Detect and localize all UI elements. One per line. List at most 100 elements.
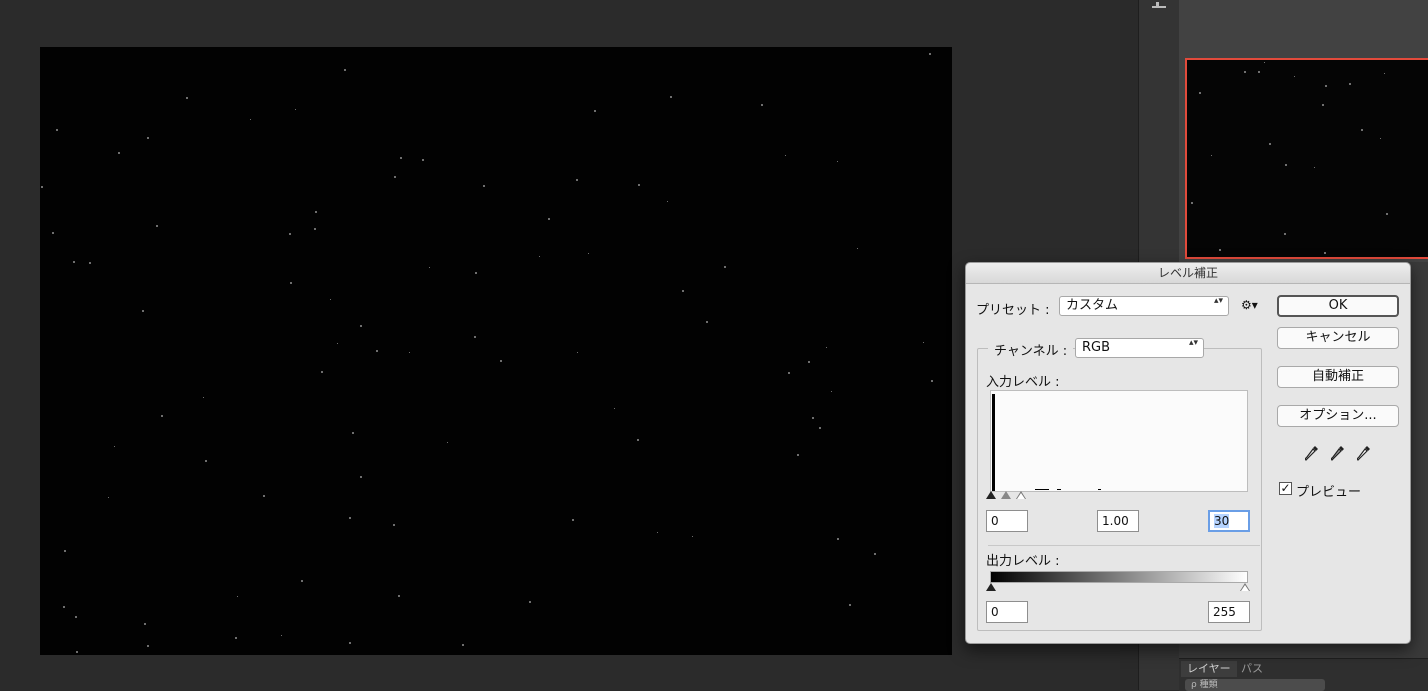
star-speck: [76, 651, 78, 653]
star-speck: [73, 261, 75, 263]
star-speck: [670, 96, 672, 98]
star-speck: [1314, 167, 1315, 168]
star-speck: [837, 538, 839, 540]
star-speck: [237, 596, 238, 597]
levels-dialog: レベル補正 プリセット : カスタム ▴▾ ⚙▾ チャンネル : RGB ▴▾ …: [965, 262, 1411, 644]
star-speck: [1361, 129, 1363, 131]
star-speck: [500, 360, 502, 362]
auto-button[interactable]: 自動補正: [1277, 366, 1399, 388]
document-canvas[interactable]: [40, 47, 952, 655]
preview-label[interactable]: プレビュー: [1296, 481, 1361, 500]
star-speck: [638, 184, 640, 186]
channel-value: RGB: [1082, 340, 1111, 355]
output-black-slider[interactable]: [986, 583, 996, 591]
star-speck: [1264, 62, 1265, 63]
channel-select[interactable]: RGB ▴▾: [1075, 338, 1204, 358]
input-black-field[interactable]: 0: [986, 510, 1028, 532]
ok-button[interactable]: OK: [1277, 295, 1399, 317]
output-black-field[interactable]: 0: [986, 601, 1028, 623]
preset-label: プリセット :: [976, 303, 1050, 318]
star-speck: [56, 129, 58, 131]
star-speck: [1294, 76, 1295, 77]
star-speck: [64, 550, 66, 552]
star-speck: [788, 372, 790, 374]
navigator-thumbnail[interactable]: [1185, 58, 1428, 259]
star-speck: [203, 397, 204, 398]
star-speck: [108, 497, 109, 498]
star-speck: [1349, 83, 1351, 85]
star-speck: [614, 408, 615, 409]
preset-select[interactable]: カスタム ▴▾: [1059, 296, 1229, 316]
star-speck: [682, 290, 684, 292]
star-speck: [1324, 252, 1326, 254]
star-speck: [349, 642, 351, 644]
layer-filter-field[interactable]: ρ 種類: [1185, 679, 1325, 691]
input-gamma-field[interactable]: 1.00: [1097, 510, 1139, 532]
star-speck: [483, 185, 485, 187]
star-speck: [315, 211, 317, 213]
star-speck: [147, 645, 149, 647]
dialog-title[interactable]: レベル補正: [966, 263, 1410, 284]
star-speck: [706, 321, 708, 323]
preset-options-gear-icon[interactable]: ⚙▾: [1241, 298, 1258, 312]
star-speck: [142, 310, 144, 312]
star-speck: [290, 282, 292, 284]
star-speck: [314, 228, 316, 230]
star-speck: [156, 225, 158, 227]
star-speck: [429, 267, 430, 268]
star-speck: [447, 442, 448, 443]
options-button[interactable]: オプション...: [1277, 405, 1399, 427]
star-speck: [398, 595, 400, 597]
output-white-field[interactable]: 255: [1208, 601, 1250, 623]
star-speck: [263, 495, 265, 497]
input-gamma-slider[interactable]: [1001, 491, 1011, 499]
star-speck: [812, 417, 814, 419]
star-speck: [349, 517, 351, 519]
star-speck: [118, 152, 120, 154]
output-gradient-bar: [990, 571, 1248, 583]
star-speck: [929, 53, 931, 55]
input-white-slider-fill: [1017, 493, 1025, 499]
white-eyedropper-icon[interactable]: [1357, 445, 1371, 461]
adjustment-icon[interactable]: [1151, 0, 1167, 14]
tab-paths[interactable]: パス: [1235, 661, 1269, 677]
histogram-tail: [1035, 489, 1049, 490]
input-black-slider[interactable]: [986, 491, 996, 499]
star-speck: [874, 553, 876, 555]
histogram-tail: [1057, 489, 1061, 490]
gray-eyedropper-icon[interactable]: [1331, 445, 1345, 461]
section-divider: [988, 545, 1260, 546]
star-speck: [75, 616, 77, 618]
star-speck: [1244, 71, 1246, 73]
tab-layers[interactable]: レイヤー: [1181, 661, 1237, 677]
star-speck: [344, 69, 346, 71]
output-white-slider-fill: [1241, 585, 1249, 591]
star-speck: [548, 218, 550, 220]
star-speck: [831, 391, 832, 392]
star-speck: [837, 161, 838, 162]
channel-label: チャンネル :: [988, 340, 1074, 359]
histogram: [990, 390, 1248, 492]
star-speck: [301, 580, 303, 582]
star-speck: [462, 644, 464, 646]
cancel-button[interactable]: キャンセル: [1277, 327, 1399, 349]
input-levels-label: 入力レベル :: [986, 375, 1060, 390]
star-speck: [724, 266, 726, 268]
star-speck: [1269, 143, 1271, 145]
star-speck: [41, 186, 43, 188]
preview-checkbox[interactable]: ✓: [1279, 482, 1292, 495]
star-speck: [1285, 164, 1287, 166]
star-speck: [761, 104, 763, 106]
layers-panel: レイヤー パス ρ 種類: [1179, 658, 1428, 691]
input-white-field[interactable]: 30: [1208, 510, 1250, 532]
star-speck: [147, 137, 149, 139]
star-speck: [186, 97, 188, 99]
preset-value: カスタム: [1066, 298, 1119, 313]
star-speck: [144, 623, 146, 625]
star-speck: [1199, 92, 1201, 94]
black-eyedropper-icon[interactable]: [1305, 445, 1319, 461]
star-speck: [572, 519, 574, 521]
star-speck: [235, 637, 237, 639]
star-speck: [205, 460, 207, 462]
star-speck: [161, 415, 163, 417]
